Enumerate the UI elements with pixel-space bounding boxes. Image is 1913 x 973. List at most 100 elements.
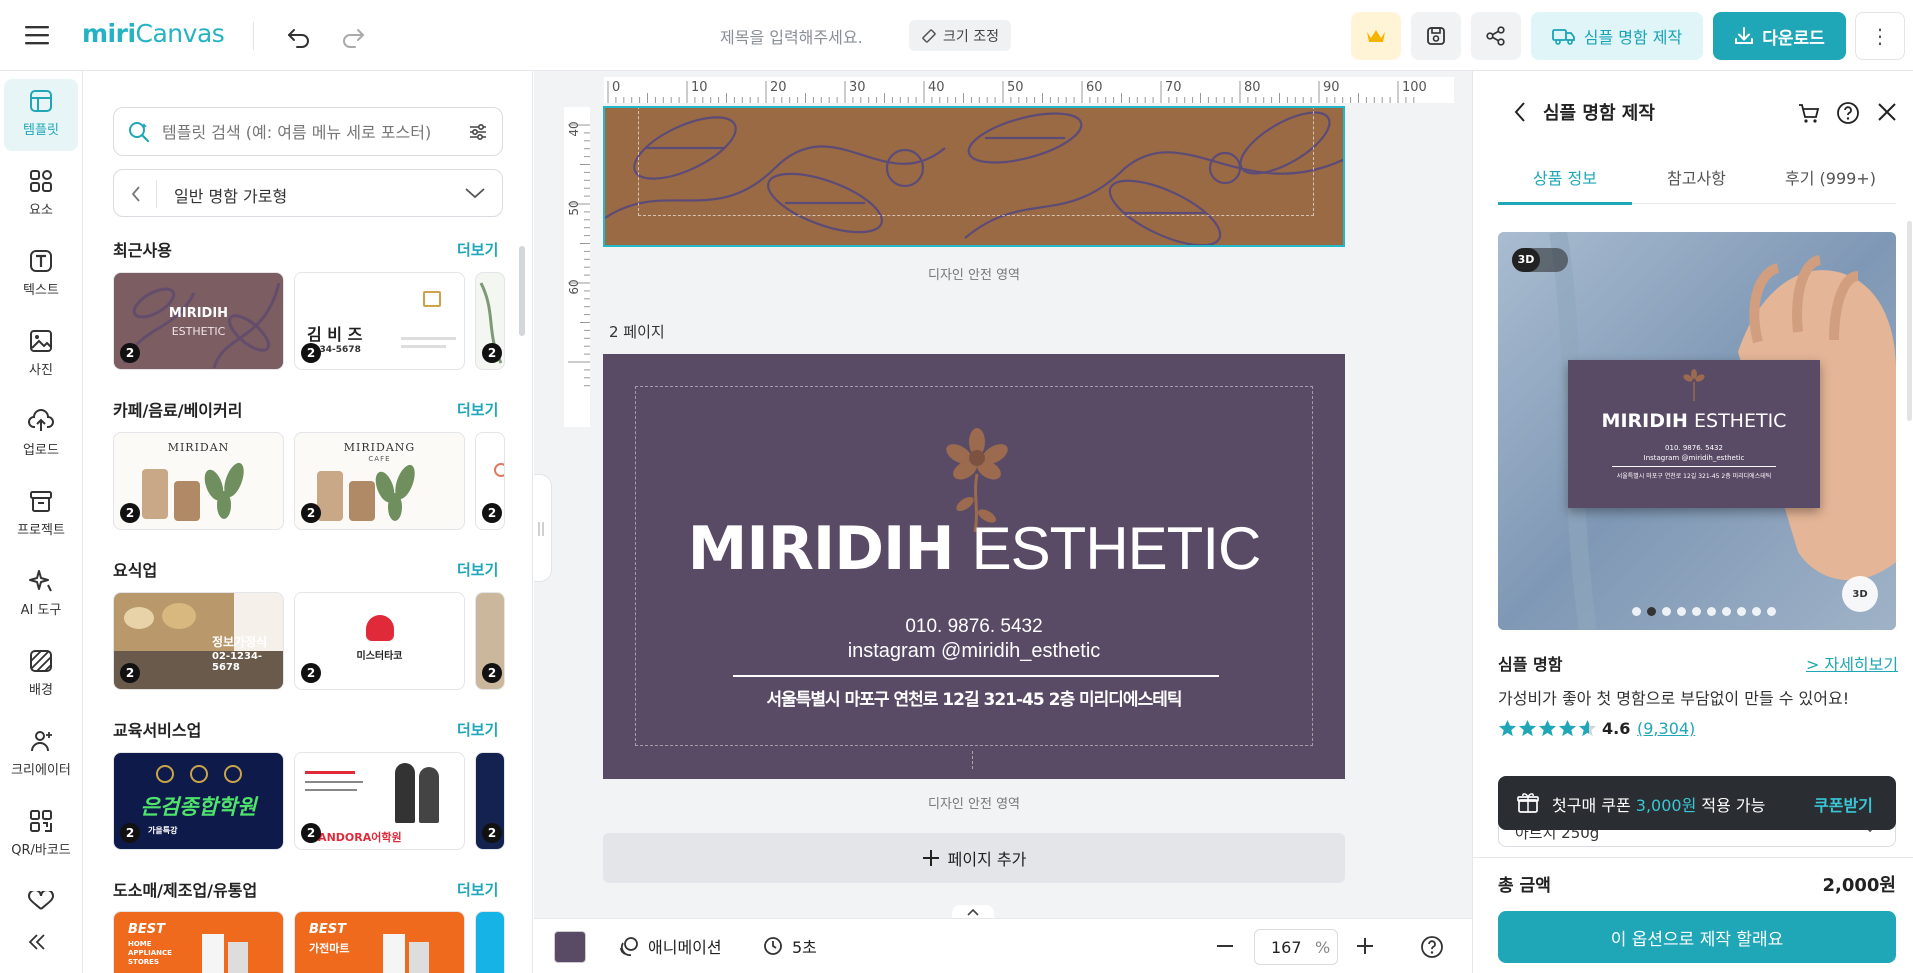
premium-button[interactable]: [1351, 12, 1401, 60]
template-panel-scrollbar[interactable]: [519, 246, 525, 336]
product-panel-scrollbar[interactable]: [1907, 221, 1912, 421]
template-thumb[interactable]: 미스터타코 2: [294, 592, 465, 690]
card-title-light: ESTHETIC: [971, 515, 1262, 582]
product-preview-image[interactable]: MIRIDIH ESTHETIC 010. 9876. 5432 Instagr…: [1498, 232, 1896, 630]
zoom-field[interactable]: 167 %: [1254, 929, 1338, 965]
template-thumb[interactable]: MIRIDIH ESTHETIC 2: [113, 272, 284, 370]
logo[interactable]: miriCanvas: [82, 19, 225, 48]
carousel-dot[interactable]: [1737, 607, 1746, 616]
expand-pages-button[interactable]: [952, 905, 994, 918]
star-icon: [1558, 719, 1577, 737]
search-input[interactable]: [162, 120, 452, 144]
carousel-dot[interactable]: [1752, 607, 1761, 616]
rail-item-templates[interactable]: 템플릿: [4, 79, 78, 151]
coupon-cta[interactable]: 쿠폰받기: [1814, 792, 1873, 816]
carousel-dot[interactable]: [1707, 607, 1716, 616]
template-thumb[interactable]: 2: [475, 752, 505, 850]
template-thumb[interactable]: 2: [475, 272, 505, 370]
zoom-in-icon[interactable]: [1354, 935, 1376, 957]
rail-item-elements[interactable]: 요소: [0, 159, 82, 231]
category-select[interactable]: 일반 명함 가로형: [113, 169, 503, 217]
template-search[interactable]: [113, 107, 503, 156]
rail-item-creator[interactable]: 크리에이터: [0, 719, 82, 791]
close-icon[interactable]: [1876, 101, 1898, 123]
page-count-badge: 2: [120, 343, 140, 363]
template-thumb[interactable]: BEST 가전마트: [294, 911, 465, 973]
save-button[interactable]: [1411, 12, 1461, 60]
more-link[interactable]: 더보기: [457, 879, 498, 900]
medal-icon: [224, 765, 242, 783]
page-1-canvas[interactable]: [603, 106, 1345, 247]
template-thumb[interactable]: MIRIDAN 2: [113, 432, 284, 530]
template-thumb[interactable]: PANDORA어학원 2: [294, 752, 465, 850]
make-with-option-button[interactable]: 이 옵션으로 제작 할래요: [1498, 911, 1896, 963]
share-button[interactable]: [1471, 12, 1521, 60]
page-count-badge: 2: [482, 663, 502, 683]
doc-title-input[interactable]: 제목을 입력해주세요.: [720, 24, 863, 48]
resize-button[interactable]: 크기 조정: [909, 20, 1011, 51]
redo-icon[interactable]: [339, 22, 367, 50]
carousel-dot[interactable]: [1647, 607, 1656, 616]
rail-item-ai[interactable]: AI 도구: [0, 559, 82, 631]
page-count-badge: 2: [301, 823, 321, 843]
panel-resize-handle[interactable]: [534, 474, 552, 582]
help-icon[interactable]: [1836, 101, 1860, 125]
carousel-dot[interactable]: [1722, 607, 1731, 616]
page-2-canvas[interactable]: MIRIDIH ESTHETIC 010. 9876. 5432 instagr…: [603, 354, 1345, 779]
3d-view-icon[interactable]: 3D: [1842, 576, 1878, 612]
ruler-label: 50: [567, 200, 581, 215]
template-thumb[interactable]: MIRIDANG CAFE 2: [294, 432, 465, 530]
thumb-title: 김 비 즈: [307, 325, 363, 344]
more-options-button[interactable]: ⋮: [1855, 12, 1905, 60]
template-thumb[interactable]: 김 비 즈 1234-5678 2: [294, 272, 465, 370]
carousel-dot[interactable]: [1692, 607, 1701, 616]
download-button[interactable]: 다운로드: [1713, 12, 1846, 60]
cart-icon[interactable]: [1797, 101, 1821, 125]
rail-item-qr[interactable]: QR/바코드: [0, 799, 82, 871]
tab-product-info[interactable]: 상품 정보: [1533, 165, 1597, 189]
more-link[interactable]: 더보기: [457, 239, 498, 260]
template-thumb[interactable]: BEST HOME APPLIANCE STORES: [113, 911, 284, 973]
review-count-link[interactable]: (9,304): [1637, 719, 1695, 738]
carousel-dot[interactable]: [1632, 607, 1641, 616]
more-link[interactable]: 더보기: [457, 559, 498, 580]
more-link[interactable]: 더보기: [457, 719, 498, 740]
timer-icon: [762, 935, 784, 957]
animation-button[interactable]: 애니메이션: [618, 934, 722, 958]
carousel-dot[interactable]: [1677, 607, 1686, 616]
carousel-dot[interactable]: [1767, 607, 1776, 616]
help-icon[interactable]: [1420, 935, 1444, 959]
tab-reviews[interactable]: 후기 (999+): [1785, 165, 1876, 189]
heart-icon[interactable]: [26, 891, 56, 911]
undo-icon[interactable]: [285, 22, 313, 50]
zoom-out-icon[interactable]: [1214, 935, 1236, 957]
template-thumb[interactable]: [475, 911, 505, 973]
add-page-button[interactable]: 페이지 추가: [603, 833, 1345, 883]
back-icon[interactable]: [1513, 101, 1527, 123]
template-thumb[interactable]: 정보가정식 02-1234-5678 2: [113, 592, 284, 690]
card-divider: [733, 675, 1219, 677]
page-color-swatch[interactable]: [554, 931, 586, 963]
menu-icon[interactable]: [24, 24, 50, 46]
rail-item-photo[interactable]: 사진: [0, 319, 82, 391]
rail-item-text[interactable]: 텍스트: [0, 239, 82, 311]
rail-item-background[interactable]: 배경: [0, 639, 82, 711]
template-thumb[interactable]: 2: [475, 432, 505, 530]
rail-item-upload[interactable]: 업로드: [0, 399, 82, 471]
3d-toggle[interactable]: 3D: [1512, 248, 1568, 272]
template-thumb[interactable]: 2: [475, 592, 505, 690]
card-title-bold: MIRIDIH: [687, 514, 955, 584]
carousel-dot[interactable]: [1662, 607, 1671, 616]
coupon-banner[interactable]: 첫구매 쿠폰 3,000원 적용 가능 쿠폰받기: [1498, 776, 1896, 830]
template-thumb[interactable]: 은검종합학원 가을특강 2: [113, 752, 284, 850]
more-link[interactable]: 더보기: [457, 399, 498, 420]
duration-button[interactable]: 5초: [762, 934, 817, 958]
rail-item-project[interactable]: 프로젝트: [0, 479, 82, 551]
product-description: 가성비가 좋아 첫 명함으로 부담없이 만들 수 있어요!: [1498, 689, 1850, 708]
tab-notes[interactable]: 참고사항: [1667, 165, 1726, 189]
chevron-left-icon[interactable]: [130, 185, 142, 203]
make-product-button[interactable]: 심플 명함 제작: [1531, 12, 1703, 60]
filter-icon[interactable]: [468, 123, 488, 141]
detail-link[interactable]: > 자세히보기: [1806, 651, 1898, 675]
collapse-rail-icon[interactable]: [26, 931, 48, 953]
